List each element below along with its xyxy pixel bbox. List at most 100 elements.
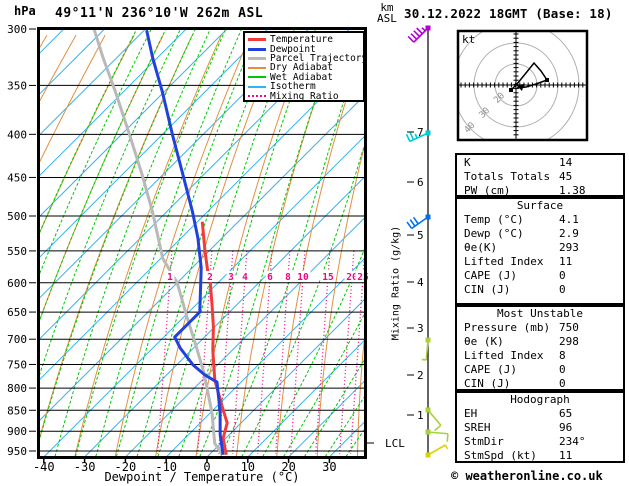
chart-title: 49°11'N 236°10'W 262m ASL xyxy=(55,6,264,21)
table-row: Totals Totals 45 xyxy=(457,170,623,184)
legend-item: Mixing Ratio xyxy=(248,90,363,102)
table-row-value: 0 xyxy=(559,283,566,296)
barb-level-marker xyxy=(425,25,431,31)
table-row-label: θe (K) xyxy=(464,335,504,348)
table-row-label: Pressure (mb) xyxy=(464,321,551,334)
legend-swatch-dewpoint xyxy=(248,47,266,51)
svg-text:25: 25 xyxy=(357,272,369,283)
table-row-label: StmDir xyxy=(464,435,504,448)
legend-swatch-parcel-trajectory xyxy=(248,56,266,60)
km-axis-title: km ASL xyxy=(377,1,397,25)
table-row: SREH 96 xyxy=(457,421,623,435)
svg-text:750: 750 xyxy=(7,358,27,371)
table-section-title: Hodograph xyxy=(510,393,570,406)
svg-text:950: 950 xyxy=(7,445,27,458)
table-row: Lifted Index 8 xyxy=(457,349,623,363)
hodograph-unit-label: kt xyxy=(462,33,475,46)
table-row-value: 65 xyxy=(559,407,573,420)
hodograph-table: Hodograph EH 65 SREH 96 StmDir 234° StmSpd (kt)… xyxy=(455,391,625,463)
wind-barb xyxy=(427,431,449,442)
table-row-label: PW (cm) xyxy=(464,184,511,197)
table-row-label: Temp (°C) xyxy=(464,213,524,226)
table-row-label: Lifted Index xyxy=(464,349,544,362)
table-row: θe (K) 298 xyxy=(457,335,623,349)
table-row-label: K xyxy=(464,156,471,169)
mixing-ratio-axis-title: Mixing Ratio (g/kg) xyxy=(390,225,402,341)
legend-item: Temperature xyxy=(248,35,363,44)
barb-level-marker xyxy=(425,429,431,435)
legend-label: Mixing Ratio xyxy=(270,90,339,102)
legend: Temperature Dewpoint Parcel Trajectory Dry … xyxy=(243,31,367,102)
indices-table: K 14 Totals Totals 45 PW (cm) 1.38 xyxy=(455,153,625,197)
table-row: Dewp (°C) 2.9 xyxy=(457,227,623,241)
legend-label: Temperature xyxy=(270,34,333,46)
wind-barb xyxy=(406,216,429,230)
barb-level-marker xyxy=(425,337,431,343)
temperature-axis-title: Dewpoint / Temperature (°C) xyxy=(104,470,300,484)
table-row: K 14 xyxy=(457,156,623,170)
legend-swatch-wet-adiabat xyxy=(248,76,266,79)
table-row-label: CIN (J) xyxy=(464,377,511,390)
svg-text:2: 2 xyxy=(417,369,424,382)
table-row-value: 750 xyxy=(559,321,579,334)
svg-text:900: 900 xyxy=(7,425,27,438)
table-section-title: Most Unstable xyxy=(496,307,584,320)
legend-swatch-dry-adiabat xyxy=(248,66,266,69)
svg-text:800: 800 xyxy=(7,382,27,395)
table-row-value: 11 xyxy=(559,255,573,268)
table-row: CIN (J) 0 xyxy=(457,283,623,297)
legend-label: Isotherm xyxy=(270,81,316,93)
wind-barb-column xyxy=(405,25,449,458)
barb-level-marker xyxy=(425,407,431,413)
hodograph: 203040kt xyxy=(456,29,589,142)
svg-text:6: 6 xyxy=(417,176,424,189)
svg-text:30: 30 xyxy=(322,460,336,474)
wind-barb xyxy=(407,27,429,43)
legend-swatch-isotherm xyxy=(248,85,266,88)
table-row-value: 0 xyxy=(559,363,566,376)
svg-text:3: 3 xyxy=(417,322,424,335)
legend-swatch-mixing-ratio xyxy=(248,95,266,98)
table-row-value: 234° xyxy=(559,435,586,448)
svg-text:6: 6 xyxy=(267,272,273,283)
table-row-value: 14 xyxy=(559,156,573,169)
table-row-label: StmSpd (kt) xyxy=(464,449,537,462)
table-row-value: 45 xyxy=(559,170,573,183)
wind-barb xyxy=(427,409,442,432)
legend-label: Dry Adiabat xyxy=(270,62,333,74)
table-row-label: CAPE (J) xyxy=(464,363,517,376)
dry-adiabat-lines xyxy=(39,34,365,456)
table-row-label: EH xyxy=(464,407,478,420)
table-row-label: CIN (J) xyxy=(464,283,511,296)
svg-text:15: 15 xyxy=(322,272,334,283)
table-section-title: Surface xyxy=(516,199,564,212)
table-row: Temp (°C) 4.1 xyxy=(457,213,623,227)
svg-text:4: 4 xyxy=(417,276,424,289)
svg-text:5: 5 xyxy=(417,229,424,242)
table-row-label: Dewp (°C) xyxy=(464,227,524,240)
svg-text:700: 700 xyxy=(7,333,27,346)
table-row-value: 0 xyxy=(559,269,566,282)
svg-text:300: 300 xyxy=(7,23,27,36)
barb-level-marker xyxy=(425,452,431,458)
legend-swatch-temperature xyxy=(248,38,266,42)
wind-barb xyxy=(421,339,429,361)
lcl-label: LCL xyxy=(385,437,405,450)
svg-text:650: 650 xyxy=(7,306,27,319)
copyright: © weatheronline.co.uk xyxy=(451,469,603,483)
table-row: StmSpd (kt) 11 xyxy=(457,449,623,462)
table-row-value: 4.1 xyxy=(559,213,579,226)
chart-date: 30.12.2022 18GMT (Base: 18) xyxy=(404,6,613,21)
table-row: CAPE (J) 0 xyxy=(457,363,623,377)
table-row-label: Lifted Index xyxy=(464,255,544,268)
barb-level-marker xyxy=(425,214,431,220)
svg-text:1: 1 xyxy=(417,409,424,422)
table-row: Lifted Index 11 xyxy=(457,255,623,269)
svg-text:10: 10 xyxy=(297,272,309,283)
table-row-value: 96 xyxy=(559,421,573,434)
table-row-value: 298 xyxy=(559,335,579,348)
svg-text:450: 450 xyxy=(7,171,27,184)
table-row: PW (cm) 1.38 xyxy=(457,184,623,197)
svg-text:1: 1 xyxy=(167,272,173,283)
table-row: StmDir 234° xyxy=(457,435,623,449)
